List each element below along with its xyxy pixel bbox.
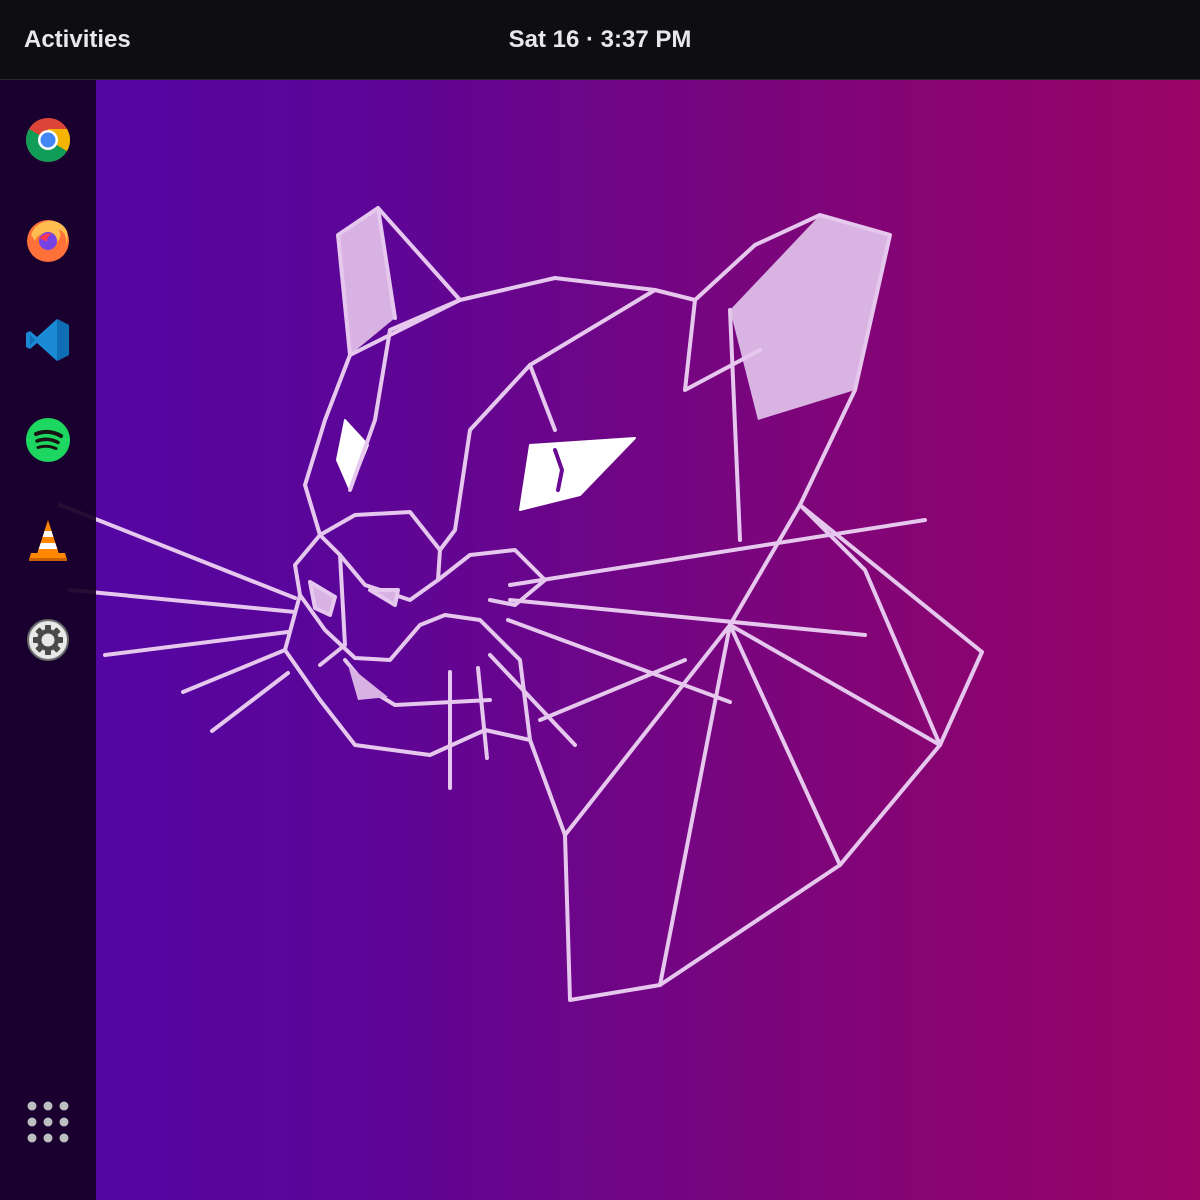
dock-item-vlc[interactable] <box>18 510 78 570</box>
apps-grid-icon <box>25 1099 71 1150</box>
firefox-icon <box>25 217 71 263</box>
settings-icon <box>25 617 71 663</box>
dock-item-firefox[interactable] <box>18 210 78 270</box>
date-time-button[interactable]: Sat 16 · 3:37 PM <box>509 26 692 53</box>
activities-button[interactable]: Activities <box>24 26 131 54</box>
wallpaper-cat-illustration <box>58 206 984 1002</box>
dock-item-settings[interactable] <box>18 610 78 670</box>
dock-item-vscode[interactable] <box>18 310 78 370</box>
vscode-icon <box>25 317 71 363</box>
dock-item-spotify[interactable] <box>18 410 78 470</box>
spotify-icon <box>25 417 71 463</box>
show-applications-button[interactable] <box>18 1094 78 1154</box>
dock-item-chrome[interactable] <box>18 110 78 170</box>
top-bar: Activities Sat 16 · 3:37 PM <box>0 0 1200 80</box>
clock-area: Sat 16 · 3:37 PM <box>0 26 1200 54</box>
chrome-icon <box>25 117 71 163</box>
dock <box>0 80 96 1200</box>
cat-right-eye <box>519 437 636 511</box>
vlc-icon <box>25 517 71 563</box>
desktop-background[interactable] <box>0 80 1200 1200</box>
